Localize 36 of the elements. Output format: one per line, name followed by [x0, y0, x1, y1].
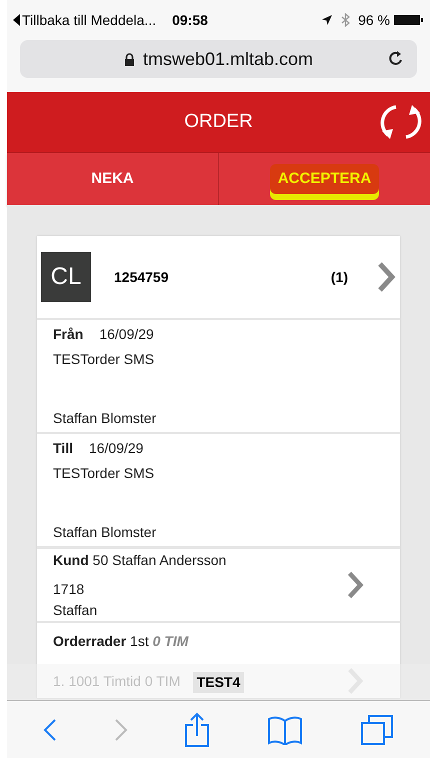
reload-icon[interactable]: [387, 50, 405, 68]
clock-time: 09:58: [172, 10, 208, 30]
action-button[interactable]: ACCEPTERA: [218, 153, 430, 205]
bluetooth-icon: [341, 13, 350, 27]
address-line: TESTorder SMS: [53, 350, 156, 369]
section-label: Till: [53, 439, 73, 458]
avatar-initials: CL: [41, 252, 91, 302]
order-count: (1): [330, 268, 348, 287]
back-caret-icon[interactable]: [13, 14, 20, 26]
share-icon[interactable]: [184, 712, 210, 748]
customer-line: Staffan: [53, 600, 98, 620]
chevron-right-icon[interactable]: [346, 570, 364, 600]
customer-title: Kund 50 Staffan Andersson: [53, 550, 228, 570]
chevron-right-icon[interactable]: [376, 261, 396, 293]
action-button[interactable]: NEKA: [7, 153, 218, 205]
section-date: 16/09/29: [88, 439, 144, 458]
order-row-text: 1. 1001 Timtid 0 TIM: [53, 672, 180, 690]
address-bar[interactable]: tmsweb01.mltab.com: [20, 40, 417, 78]
back-link[interactable]: Tillbaka till Meddela...: [22, 10, 156, 30]
battery-percent: 96 %: [358, 10, 390, 30]
section-label: Från: [53, 325, 84, 344]
section-date: 16/09/29: [99, 325, 154, 344]
tabs-icon[interactable]: [360, 714, 394, 746]
battery-icon: [394, 14, 424, 26]
bookmarks-icon[interactable]: [267, 714, 304, 744]
page-title: ORDER: [184, 110, 253, 134]
order-number: 1254759: [114, 268, 170, 286]
location-arrow-icon: [321, 14, 334, 26]
footer-label: TEST4: [192, 672, 244, 692]
customer-line: 1718: [53, 580, 86, 598]
contact-name: Staffan Blomster: [53, 523, 158, 542]
lock-icon: [124, 52, 135, 66]
contact-name: Staffan Blomster: [53, 409, 158, 428]
order-rows-title: Orderrader 1st 0 TIM: [53, 632, 190, 651]
address-line: TESTorder SMS: [53, 464, 156, 483]
url-text: tmsweb01.mltab.com: [142, 48, 314, 70]
